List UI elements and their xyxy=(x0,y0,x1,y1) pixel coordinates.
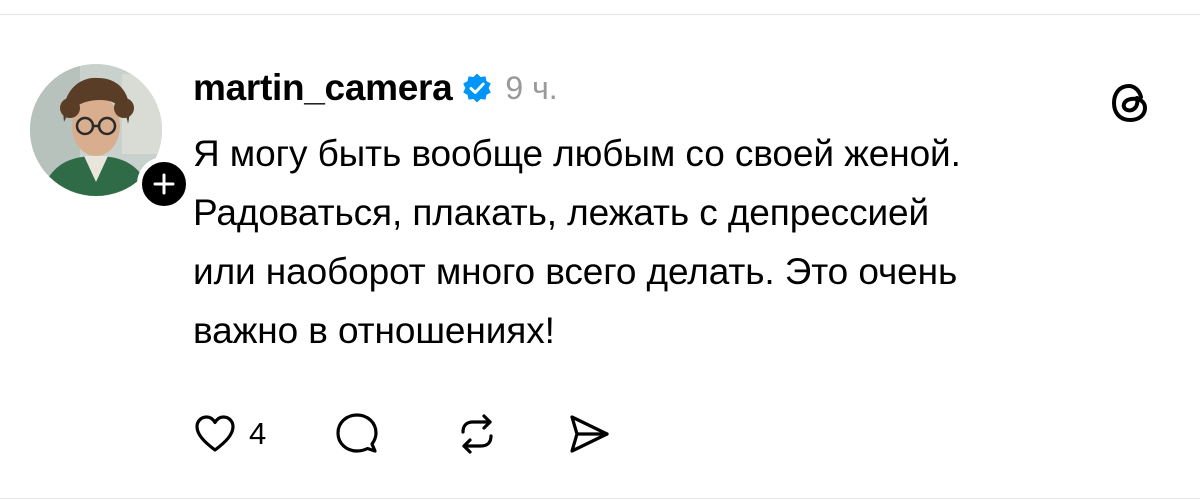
post-actions: 4 xyxy=(193,408,612,460)
threads-logo-icon[interactable] xyxy=(1108,80,1154,126)
follow-button[interactable] xyxy=(137,157,191,211)
top-divider xyxy=(0,14,1200,15)
heart-icon xyxy=(195,415,235,452)
verified-badge-icon xyxy=(461,72,493,104)
share-button[interactable] xyxy=(566,411,612,457)
comment-icon xyxy=(336,413,378,453)
bottom-divider xyxy=(0,498,1200,499)
repost-icon xyxy=(461,414,493,454)
send-icon xyxy=(570,415,609,453)
author-avatar-group[interactable] xyxy=(30,64,191,211)
like-count: 4 xyxy=(249,416,267,451)
post-timestamp: 9 ч. xyxy=(505,69,558,106)
author-username[interactable]: martin_camera xyxy=(193,67,453,109)
like-button[interactable]: 4 xyxy=(193,412,266,456)
plus-icon xyxy=(153,173,175,195)
post-header: martin_camera 9 ч. xyxy=(193,62,558,114)
post-text: Я могу быть вообще любым со своей женой.… xyxy=(193,133,961,351)
comment-button[interactable] xyxy=(334,411,380,457)
repost-button[interactable] xyxy=(454,411,500,457)
